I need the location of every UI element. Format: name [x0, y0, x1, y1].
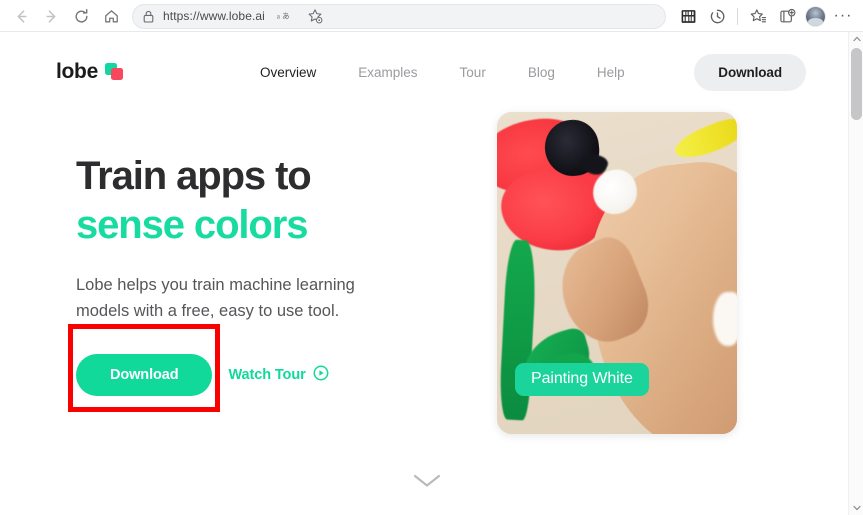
page-viewport: lobe Overview Examples Tour Blog Help Do… [0, 32, 863, 515]
nav-item-help[interactable]: Help [597, 61, 625, 84]
favorites-icon[interactable] [744, 3, 772, 29]
lock-icon [143, 10, 154, 23]
nav-item-examples[interactable]: Examples [358, 61, 417, 84]
hero-cta-row: Download Watch Tour [76, 354, 476, 396]
browser-toolbar: https://www.lobe.ai a あ ··· [0, 0, 863, 32]
home-button[interactable] [96, 2, 126, 30]
profile-avatar[interactable] [802, 3, 828, 29]
svg-text:あ: あ [282, 12, 290, 21]
scroll-up-arrow[interactable] [849, 32, 863, 46]
address-bar[interactable]: https://www.lobe.ai a あ [132, 3, 666, 29]
nav-item-overview[interactable]: Overview [260, 61, 316, 84]
play-circle-icon [313, 365, 329, 385]
collections-icon[interactable] [674, 3, 702, 29]
browser-window: https://www.lobe.ai a あ ··· lobe Overvie… [0, 0, 863, 515]
add-favorite-icon[interactable] [301, 3, 329, 29]
site-logo[interactable]: lobe [56, 60, 125, 84]
hero-content: Train apps to sense colors Lobe helps yo… [76, 152, 476, 396]
scrollbar-thumb[interactable] [851, 48, 862, 120]
scroll-down-arrow[interactable] [849, 501, 863, 515]
history-icon[interactable] [703, 3, 731, 29]
address-bar-url: https://www.lobe.ai [163, 9, 265, 23]
address-bar-actions: a あ [271, 3, 329, 29]
hero-headline-line2: sense colors [76, 203, 308, 247]
lobe-logo-mark-icon [104, 63, 125, 81]
back-button[interactable] [6, 2, 36, 30]
forward-button[interactable] [36, 2, 66, 30]
scroll-down-chevron[interactable] [412, 472, 442, 490]
browser-essentials-icon[interactable] [773, 3, 801, 29]
hero-subheadline: Lobe helps you train machine learning mo… [76, 276, 355, 320]
refresh-button[interactable] [66, 2, 96, 30]
header-download-button[interactable]: Download [694, 53, 806, 91]
watch-tour-label: Watch Tour [228, 367, 306, 383]
main-navigation: Overview Examples Tour Blog Help [260, 61, 625, 84]
refresh-icon [75, 8, 88, 22]
browser-action-icons: ··· [674, 3, 857, 29]
prediction-label-badge: Painting White [515, 363, 649, 396]
forward-arrow-icon [46, 9, 55, 23]
read-aloud-icon[interactable]: a あ [271, 3, 299, 29]
page-scrollbar[interactable] [848, 32, 863, 515]
site-header: lobe Overview Examples Tour Blog Help Do… [0, 32, 848, 112]
nav-item-blog[interactable]: Blog [528, 61, 555, 84]
hero-video-preview[interactable]: Painting White [497, 112, 737, 434]
hero-headline-line1: Train apps to [76, 154, 312, 198]
chevron-down-icon [413, 474, 441, 487]
toolbar-divider [737, 7, 738, 25]
white-paint-edge [713, 292, 737, 346]
hero-headline: Train apps to sense colors [76, 152, 476, 250]
svg-text:a: a [277, 14, 280, 21]
hero-download-button[interactable]: Download [76, 354, 213, 396]
more-options-icon[interactable]: ··· [829, 3, 857, 29]
watch-tour-link[interactable]: Watch Tour [228, 365, 329, 385]
nav-item-tour[interactable]: Tour [460, 61, 486, 84]
back-arrow-icon [17, 9, 26, 23]
home-icon [104, 9, 118, 22]
brand-wordmark: lobe [56, 60, 98, 83]
